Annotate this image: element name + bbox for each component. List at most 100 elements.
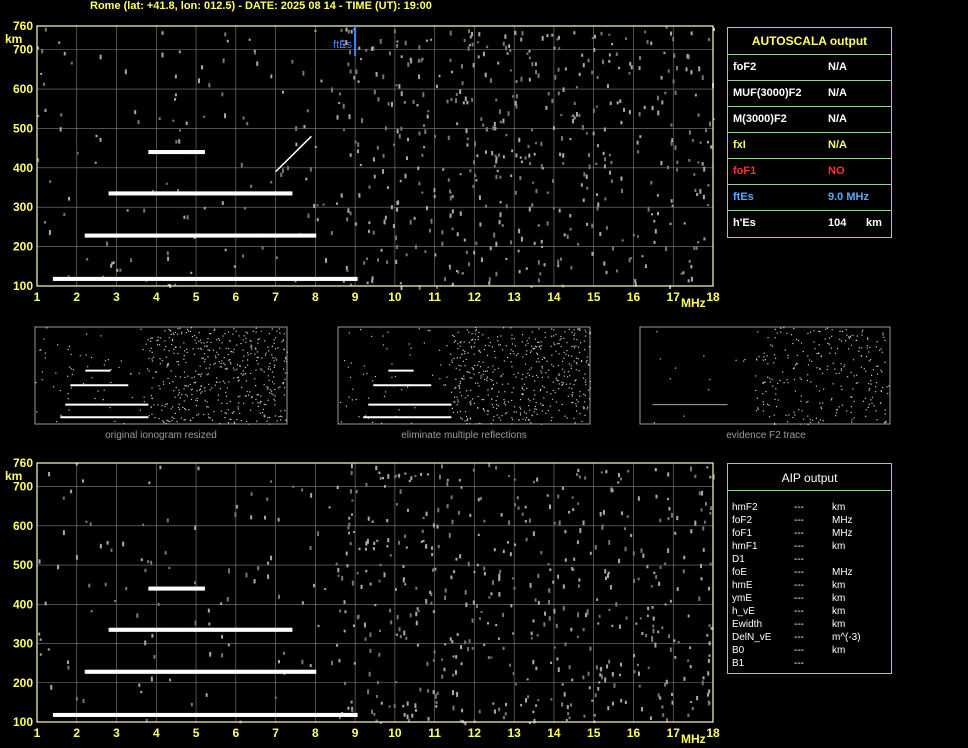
thumb-dot [120,360,122,362]
noise-dot [504,34,507,39]
thumb-dot [764,359,767,361]
thumb-dot [471,333,473,335]
thumb-dot [558,383,560,385]
noise-dot [537,573,540,579]
thumb-dot [260,395,262,397]
thumb-dot [151,337,153,339]
thumb-dot [848,336,850,338]
thumb-dot [494,369,496,371]
thumb-dot [565,383,568,385]
thumb-dot [225,412,227,414]
thumb-dot [820,406,822,408]
noise-dot [524,519,527,523]
thumb-dot [551,328,553,330]
noise-dot [586,186,589,190]
thumb-dot [454,387,456,390]
thumb-dot [213,329,215,331]
noise-dot [424,250,427,253]
thumb-dot [832,383,834,385]
noise-dot [89,522,92,527]
thumb-dot [589,346,591,348]
thumb-dot [224,382,226,384]
thumb-dot [807,364,810,366]
noise-dot [340,28,343,32]
thumb-dot [818,352,820,355]
noise-dot [699,188,702,194]
thumb-dot [550,419,552,422]
noise-dot [573,116,576,120]
noise-dot [567,712,570,716]
noise-dot [702,548,705,552]
thumb-dot [780,327,782,329]
thumb-dot [513,387,515,389]
noise-dot [520,236,523,242]
thumb-dot [352,388,354,390]
noise-dot [460,64,463,69]
thumb-dot [834,415,837,417]
thumb-dot [829,352,831,354]
noise-dot [662,713,665,717]
thumb-dot [820,355,822,357]
thumb-dot [163,422,165,424]
noise-dot [611,42,614,46]
thumb-dot [541,358,543,360]
thumb-dot [482,408,485,410]
noise-dot [672,36,675,42]
thumb-dot [281,341,283,343]
thumb-dot [150,347,152,349]
thumb-dot [511,343,514,345]
noise-dot [390,620,393,625]
noise-dot [395,681,398,684]
thumb-dot [861,331,863,333]
thumb-dot [540,370,542,372]
noise-dot [343,681,346,686]
thumb-dot [262,408,265,410]
thumb-dot [834,352,837,354]
thumb-dot [474,364,476,367]
thumb-dot [528,374,530,376]
thumb-dot [800,342,803,344]
noise-dot [558,208,561,213]
thumb-dot [780,331,782,333]
noise-dot [441,674,444,679]
thumb-dot [825,328,827,330]
noise-dot [635,622,638,625]
noise-dot [383,572,386,578]
thumb-dot [229,339,231,342]
thumb-dot [768,404,770,406]
thumb-dot [573,383,575,386]
noise-dot [689,646,692,650]
noise-dot [368,185,371,189]
noise-dot [280,172,283,177]
aip-label: Ewidth [732,619,763,630]
thumb-dot [283,386,286,389]
noise-dot [256,61,259,66]
noise-dot [405,546,408,549]
thumb-dot [567,370,569,373]
thumb-dot [551,416,553,419]
thumb-dot [507,401,510,403]
noise-dot [697,113,700,117]
thumb-dot [459,369,461,371]
thumb-dot [39,349,41,351]
thumb-dot [220,362,222,365]
noise-dot [464,589,467,595]
thumb-dot [175,346,177,348]
noise-dot [698,66,701,72]
thumb-dot [240,373,242,375]
thumb-dot [469,401,471,403]
thumb-dot [418,328,420,330]
autoscala-value: N/A [828,61,847,73]
thumb-dot [475,329,478,331]
thumb-dot [884,409,886,411]
noise-dot [393,29,396,34]
thumbnail-ionogram [34,326,288,425]
noise-dot [466,101,469,105]
thumb-dot [868,403,870,405]
aip-value: --- [794,554,804,565]
noise-dot [417,58,420,63]
thumb-dot [207,406,209,408]
noise-dot [174,93,177,97]
thumb-dot [757,407,759,409]
thumb-dot [840,363,842,365]
